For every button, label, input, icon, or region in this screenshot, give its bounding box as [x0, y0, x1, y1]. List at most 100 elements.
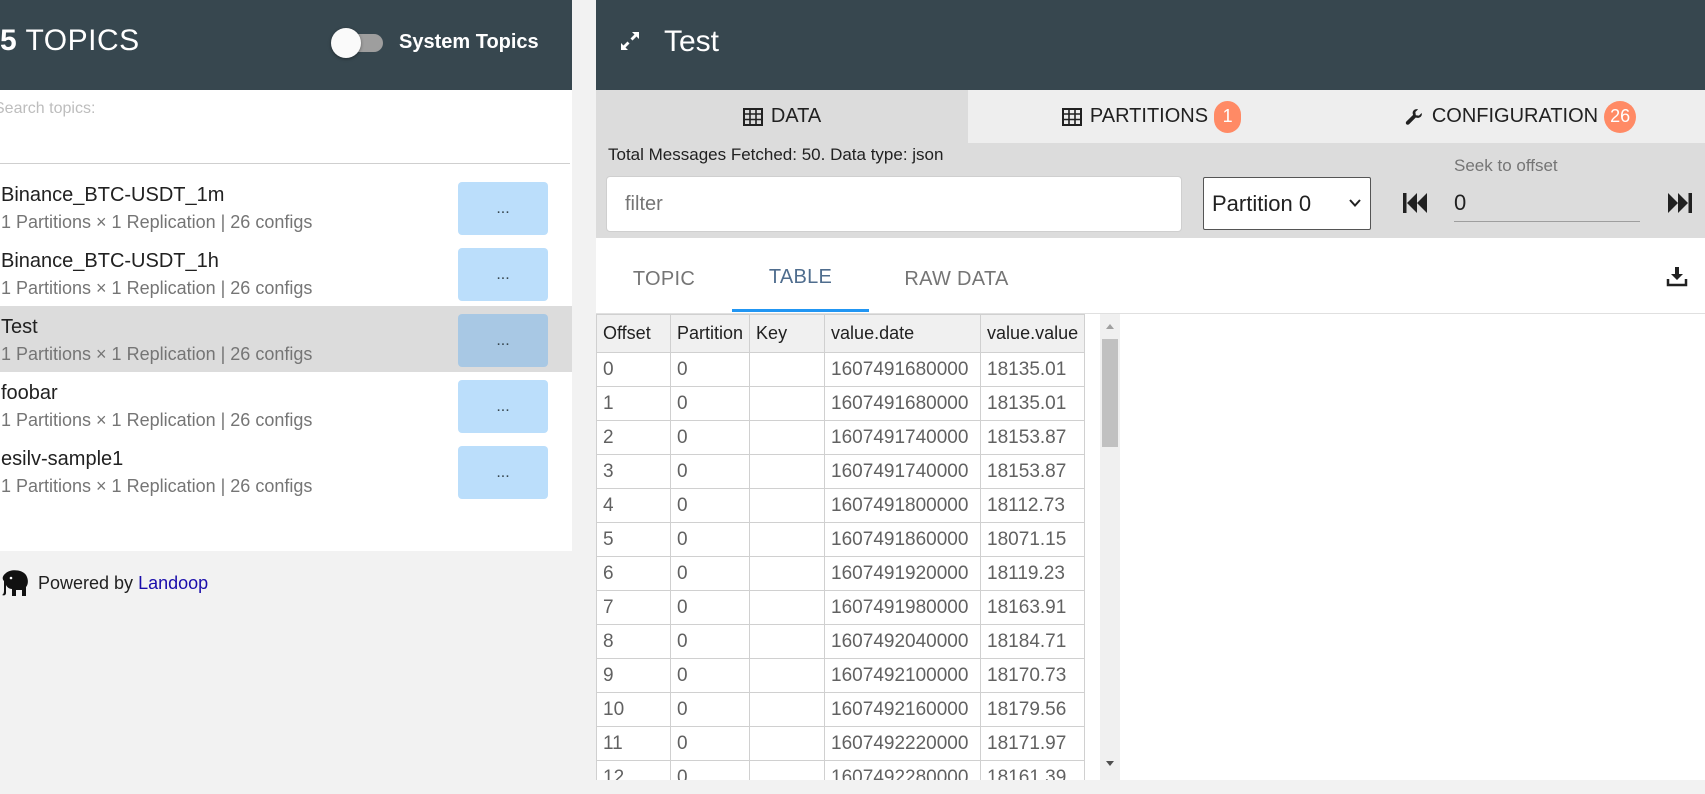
scrollbar-thumb[interactable]: [1102, 339, 1118, 447]
seek-offset-label: Seek to offset: [1454, 156, 1558, 175]
download-icon[interactable]: [1666, 265, 1688, 287]
table-row[interactable]: 12 0 1607492280000 18161.39: [596, 760, 1086, 780]
cell-partition: 0: [669, 726, 751, 761]
topic-name: Binance_BTC-USDT_1m: [1, 184, 225, 206]
detail-tabs: DATA PARTITIONS 1 CONFIGURATION 26: [596, 90, 1705, 143]
table-row[interactable]: 9 0 1607492100000 18170.73: [596, 658, 1086, 693]
cell-partition: 0: [669, 658, 751, 693]
tab-raw-data[interactable]: RAW DATA: [869, 246, 1044, 312]
cell-partition: 0: [669, 624, 751, 659]
table-row[interactable]: 2 0 1607491740000 18153.87: [596, 420, 1086, 455]
partition-select[interactable]: Partition 0: [1203, 177, 1371, 230]
cell-value-value: 18135.01: [980, 352, 1086, 387]
tab-partitions[interactable]: PARTITIONS 1: [968, 90, 1335, 143]
cell-key: [749, 352, 826, 387]
topic-meta: 1 Partitions × 1 Replication | 26 config…: [1, 410, 313, 430]
topic-row[interactable]: esilv-sample1 1 Partitions × 1 Replicatio…: [0, 438, 572, 510]
cell-key: [749, 454, 826, 489]
skip-to-first-icon[interactable]: [1402, 191, 1428, 215]
table-row[interactable]: 7 0 1607491980000 18163.91: [596, 590, 1086, 625]
scroll-up-arrow-icon[interactable]: [1105, 322, 1115, 330]
cell-partition: 0: [669, 522, 751, 557]
filter-input[interactable]: [606, 176, 1182, 232]
landoop-link[interactable]: Landoop: [138, 573, 208, 594]
cell-value-value: 18112.73: [980, 488, 1086, 523]
powered-by: Powered by Landoop: [0, 567, 208, 599]
table-row[interactable]: 0 0 1607491680000 18135.01: [596, 352, 1086, 387]
topics-count-title: 5 TOPICS: [0, 24, 140, 58]
table-row[interactable]: 4 0 1607491800000 18112.73: [596, 488, 1086, 523]
cell-value-date: 1607491800000: [824, 488, 982, 523]
topic-row[interactable]: Binance_BTC-USDT_1h 1 Partitions × 1 Repl…: [0, 240, 572, 312]
topic-actions-button[interactable]: ...: [458, 182, 548, 235]
column-header-value-value[interactable]: value.value: [980, 314, 1086, 353]
topic-actions-button[interactable]: ...: [458, 446, 548, 499]
detail-header: Test: [596, 0, 1705, 90]
cell-value-date: 1607491740000: [824, 420, 982, 455]
tab-table[interactable]: TABLE: [732, 246, 869, 312]
cell-key: [749, 522, 826, 557]
cell-key: [749, 420, 826, 455]
seek-offset-input[interactable]: 0: [1454, 184, 1640, 222]
topics-header: 5 TOPICS System Topics: [0, 0, 572, 90]
tab-data-label: DATA: [770, 105, 822, 127]
column-header-value-date[interactable]: value.date: [824, 314, 982, 353]
topics-label: TOPICS: [17, 24, 140, 57]
topic-title: Test: [664, 25, 720, 58]
table-row[interactable]: 6 0 1607491920000 18119.23: [596, 556, 1086, 591]
cell-value-value: 18153.87: [980, 454, 1086, 489]
scroll-down-arrow-icon[interactable]: [1105, 760, 1115, 768]
cell-partition: 0: [669, 454, 751, 489]
cell-offset: 1: [596, 386, 671, 421]
search-underline: [0, 163, 570, 164]
cell-value-value: 18161.39: [980, 760, 1086, 780]
column-header-offset[interactable]: Offset: [596, 314, 671, 353]
table-icon: [742, 107, 763, 126]
cell-key: [749, 624, 826, 659]
table-row[interactable]: 11 0 1607492220000 18171.97: [596, 726, 1086, 761]
topic-row[interactable]: foobar 1 Partitions × 1 Replication | 26 …: [0, 372, 572, 444]
cell-key: [749, 760, 826, 780]
system-topics-toggle[interactable]: [331, 28, 385, 58]
cell-value-value: 18170.73: [980, 658, 1086, 693]
column-header-key[interactable]: Key: [749, 314, 826, 353]
table-row[interactable]: 1 0 1607491680000 18135.01: [596, 386, 1086, 421]
topic-name: Test: [1, 316, 38, 338]
configuration-count-badge: 26: [1604, 100, 1637, 133]
table-scrollbar[interactable]: [1100, 314, 1120, 780]
topic-actions-button[interactable]: ...: [458, 314, 548, 367]
topic-name: esilv-sample1: [1, 448, 124, 470]
view-tabs: TOPIC TABLE RAW DATA: [596, 246, 1705, 314]
topic-detail-panel: Test DATA PARTITIONS 1 CONFIGURATION 26 …: [596, 0, 1705, 780]
topic-actions-button[interactable]: ...: [458, 380, 548, 433]
table-icon: [1061, 107, 1082, 126]
tab-data[interactable]: DATA: [596, 90, 968, 143]
cell-offset: 0: [596, 352, 671, 387]
expand-icon[interactable]: [618, 29, 642, 53]
tab-configuration[interactable]: CONFIGURATION 26: [1335, 90, 1705, 143]
cell-offset: 11: [596, 726, 671, 761]
tab-configuration-label: CONFIGURATION: [1431, 105, 1599, 127]
messages-table: Offset Partition Key value.date value.va…: [596, 314, 1086, 780]
cell-offset: 5: [596, 522, 671, 557]
cell-offset: 6: [596, 556, 671, 591]
table-row[interactable]: 10 0 1607492160000 18179.56: [596, 692, 1086, 727]
tab-topic[interactable]: TOPIC: [596, 246, 732, 312]
column-header-partition[interactable]: Partition: [669, 314, 751, 353]
table-row[interactable]: 3 0 1607491740000 18153.87: [596, 454, 1086, 489]
messages-table-container: Offset Partition Key value.date value.va…: [596, 314, 1705, 780]
cell-partition: 0: [669, 352, 751, 387]
topic-row[interactable]: Binance_BTC-USDT_1m 1 Partitions × 1 Repl…: [0, 174, 572, 246]
search-topics-input[interactable]: Search topics:: [0, 100, 95, 118]
toggle-knob: [331, 28, 361, 58]
topic-row[interactable]: Test 1 Partitions × 1 Replication | 26 co…: [0, 306, 572, 378]
cell-offset: 10: [596, 692, 671, 727]
skip-to-last-icon[interactable]: [1667, 191, 1693, 215]
table-row[interactable]: 5 0 1607491860000 18071.15: [596, 522, 1086, 557]
cell-key: [749, 488, 826, 523]
table-row[interactable]: 8 0 1607492040000 18184.71: [596, 624, 1086, 659]
topic-name: foobar: [1, 382, 58, 404]
cell-key: [749, 692, 826, 727]
topic-actions-button[interactable]: ...: [458, 248, 548, 301]
cell-key: [749, 590, 826, 625]
